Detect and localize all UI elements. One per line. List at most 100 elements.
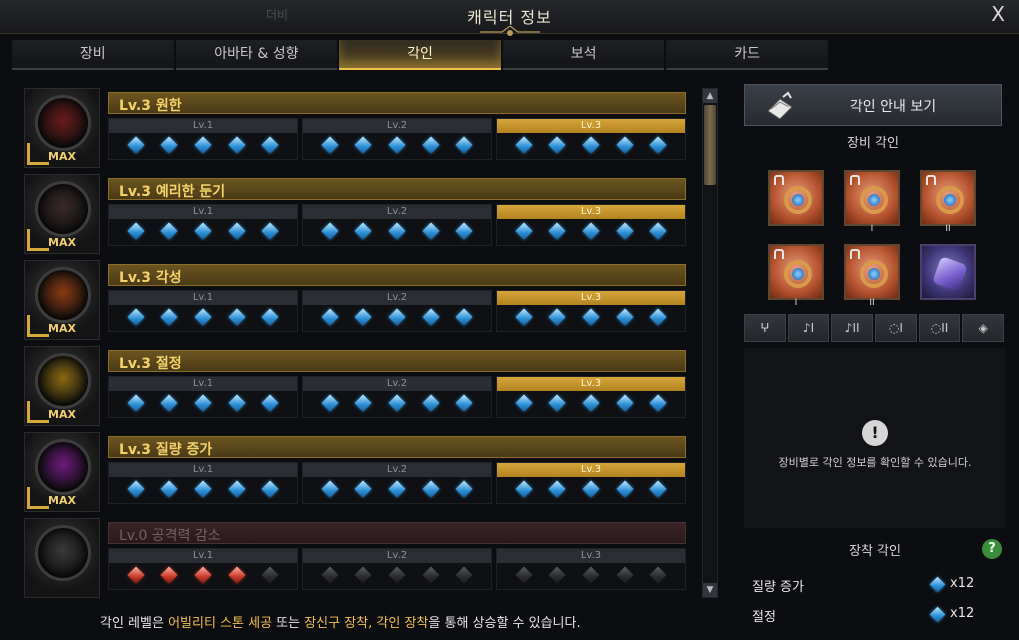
gem-icon xyxy=(388,136,406,154)
gem-icon xyxy=(422,308,440,326)
engraving-name: Lv.0 공격력 감소 xyxy=(119,528,221,544)
gem-icon xyxy=(194,394,212,412)
level-label: Lv.1 xyxy=(109,291,297,305)
filter-necklace[interactable]: ⵖ xyxy=(744,314,786,342)
level-block: Lv.2 xyxy=(302,204,492,246)
engraving-badge xyxy=(24,518,100,598)
gem-icon xyxy=(127,394,145,412)
tab-gems[interactable]: 보석 xyxy=(502,40,665,70)
engraving-row[interactable]: MAX Lv.3 절정 Lv.1 Lv.2 Lv.3 xyxy=(24,346,694,426)
tab-equipment[interactable]: 장비 xyxy=(12,40,174,70)
gem-icon xyxy=(261,222,279,240)
slot-earring-2[interactable]: II xyxy=(920,170,976,234)
engraving-row[interactable]: Lv.0 공격력 감소 Lv.1 Lv.2 Lv.3 xyxy=(24,518,694,598)
gem-icon xyxy=(515,222,533,240)
engraving-badge: MAX xyxy=(24,174,100,254)
gem-icon xyxy=(455,308,473,326)
gem-icon xyxy=(354,480,372,498)
tab-avatar-tendency[interactable]: 아바타 & 성향 xyxy=(175,40,338,70)
gem-icon xyxy=(228,136,246,154)
necklace-icon xyxy=(784,186,812,214)
gem-icon xyxy=(127,136,145,154)
gem-icon xyxy=(616,480,634,498)
gem-icon xyxy=(228,308,246,326)
engraving-guide-button[interactable]: 각인 안내 보기 xyxy=(744,84,1002,126)
gem-icon xyxy=(422,136,440,154)
level-block: Lv.2 xyxy=(302,548,492,590)
equipped-label: 질량 증가 xyxy=(752,580,804,595)
engraving-row[interactable]: MAX Lv.3 각성 Lv.1 Lv.2 Lv.3 xyxy=(24,260,694,340)
equipment-grid: I II I II xyxy=(766,168,982,308)
engraving-name: Lv.3 질량 증가 xyxy=(119,442,213,458)
slot-number: I xyxy=(794,298,798,308)
slot-number: II xyxy=(945,224,951,234)
engraving-name-bar: Lv.3 절정 xyxy=(108,350,686,372)
slot-earring-1[interactable]: I xyxy=(844,170,900,234)
level-label: Lv.1 xyxy=(109,119,297,133)
engraving-row[interactable]: MAX Lv.3 원한 Lv.1 Lv.2 Lv.3 xyxy=(24,88,694,168)
slot-ring-2[interactable]: II xyxy=(844,244,900,308)
level-label: Lv.3 xyxy=(497,119,685,133)
gem-icon xyxy=(160,394,178,412)
gem-icon xyxy=(582,308,600,326)
engraving-list[interactable]: MAX Lv.3 원한 Lv.1 Lv.2 Lv.3 MAX Lv.3 예리한 둔기 Lv.1… xyxy=(24,88,694,598)
footer-hint: 각인 레벨은 어빌리티 스톤 세공 또는 장신구 장착, 각인 장착을 통해 상… xyxy=(100,612,720,634)
gem-icon xyxy=(422,566,440,584)
max-badge: MAX xyxy=(48,150,76,163)
filter-ability-stone[interactable]: ◈ xyxy=(962,314,1005,342)
gem-icon xyxy=(160,136,178,154)
slot-ring-1[interactable]: I xyxy=(768,244,824,308)
filter-number: I xyxy=(810,321,815,335)
engraving-row[interactable]: MAX Lv.3 질량 증가 Lv.1 Lv.2 Lv.3 xyxy=(24,432,694,512)
engraving-levels: Lv.1 Lv.2 Lv.3 xyxy=(108,376,686,418)
gem-icon xyxy=(455,394,473,412)
engraving-name-bar: Lv.3 각성 xyxy=(108,264,686,286)
gem-icon xyxy=(929,606,946,623)
scroll-down-button[interactable]: ▼ xyxy=(703,583,717,597)
tab-cards[interactable]: 카드 xyxy=(666,40,828,70)
scrollbar[interactable]: ▲ ▼ xyxy=(702,88,718,598)
level-label: Lv.1 xyxy=(109,549,297,563)
gem-icon xyxy=(194,566,212,584)
gem-icon xyxy=(616,308,634,326)
gem-icon xyxy=(515,394,533,412)
filter-earring-2[interactable]: ♪II xyxy=(831,314,874,342)
slot-info-panel: ! 장비별로 각인 정보를 확인할 수 있습니다. xyxy=(744,348,1006,528)
gem-icon xyxy=(228,222,246,240)
lock-icon xyxy=(774,249,784,259)
gem-icon xyxy=(261,480,279,498)
engraving-row[interactable]: MAX Lv.3 예리한 둔기 Lv.1 Lv.2 Lv.3 xyxy=(24,174,694,254)
level-block: Lv.3 xyxy=(496,376,686,418)
filter-earring-1[interactable]: ♪I xyxy=(787,314,830,342)
filter-number: II xyxy=(852,321,860,335)
gem-icon xyxy=(548,222,566,240)
help-icon[interactable]: ? xyxy=(982,539,1002,559)
gem-icon xyxy=(582,480,600,498)
book-icon xyxy=(767,91,793,120)
filter-ring-2[interactable]: ◌II xyxy=(918,314,961,342)
max-badge: MAX xyxy=(48,494,76,507)
earring-icon xyxy=(936,186,964,214)
level-label: Lv.1 xyxy=(109,377,297,391)
equipped-row: 절정 x12 xyxy=(752,604,992,626)
engraving-name-bar: Lv.0 공격력 감소 xyxy=(108,522,686,544)
gem-icon xyxy=(354,394,372,412)
slot-necklace[interactable] xyxy=(768,170,824,226)
scroll-up-button[interactable]: ▲ xyxy=(703,89,717,103)
scroll-thumb[interactable] xyxy=(704,105,716,185)
engraving-levels: Lv.1 Lv.2 Lv.3 xyxy=(108,118,686,160)
gem-icon xyxy=(321,136,339,154)
gem-icon xyxy=(354,566,372,584)
tab-engraving[interactable]: 각인 xyxy=(339,40,501,70)
footer-highlight: 장신구 장착, 각인 장착 xyxy=(304,616,429,631)
slot-filter-bar: ⵖ ♪I ♪II ◌I ◌II ◈ xyxy=(744,314,1006,342)
slot-ability-stone[interactable] xyxy=(920,244,976,300)
engraving-badge: MAX xyxy=(24,260,100,340)
gem-icon xyxy=(649,480,667,498)
close-button[interactable]: X xyxy=(991,2,1005,26)
gem-icon xyxy=(422,480,440,498)
filter-ring-1[interactable]: ◌I xyxy=(875,314,917,342)
guide-button-label: 각인 안내 보기 xyxy=(849,99,937,115)
level-block: Lv.1 xyxy=(108,548,298,590)
gem-icon xyxy=(616,136,634,154)
